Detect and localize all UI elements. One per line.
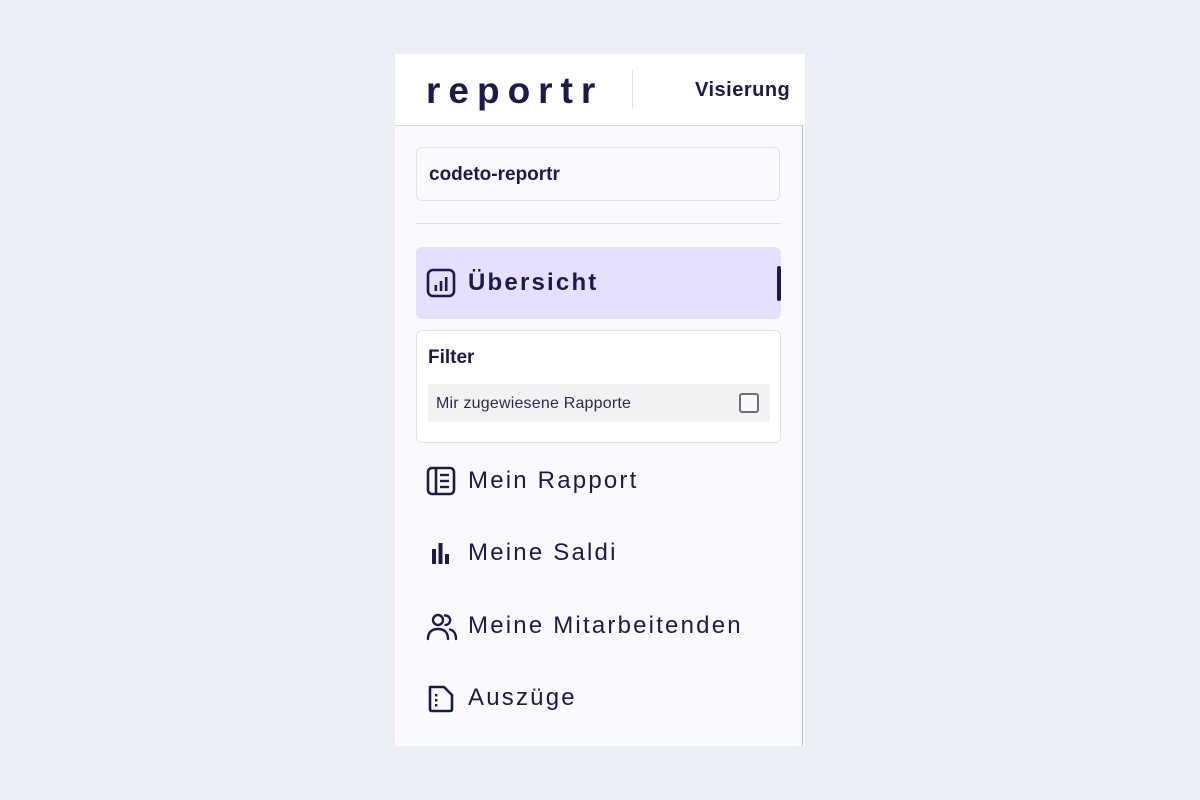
sidebar-item-label: Meine Saldi bbox=[468, 539, 618, 566]
app-window: reportr Visierung codeto-reportr Übersic… bbox=[395, 54, 805, 746]
sidebar-item-my-employees[interactable]: Meine Mitarbeitenden bbox=[416, 590, 781, 662]
sidebar-item-extracts[interactable]: Auszüge bbox=[416, 662, 781, 734]
topbar-divider bbox=[632, 70, 633, 108]
top-bar: reportr Visierung bbox=[395, 54, 805, 126]
filter-option-assigned-reports[interactable]: Mir zugewiesene Rapporte bbox=[428, 384, 770, 422]
sidebar-divider bbox=[416, 223, 781, 224]
sidebar-item-my-balances[interactable]: Meine Saldi bbox=[416, 517, 781, 589]
sidebar-item-overview[interactable]: Übersicht bbox=[416, 247, 781, 319]
assigned-reports-checkbox[interactable] bbox=[739, 393, 759, 413]
project-selector[interactable]: codeto-reportr bbox=[416, 147, 780, 201]
filter-panel: Filter Mir zugewiesene Rapporte bbox=[416, 330, 781, 443]
sidebar-item-label: Übersicht bbox=[468, 269, 599, 296]
active-indicator bbox=[777, 266, 781, 301]
users-icon bbox=[426, 611, 458, 641]
document-icon bbox=[426, 683, 456, 713]
sidebar-border bbox=[802, 126, 803, 746]
filter-option-label: Mir zugewiesene Rapporte bbox=[436, 395, 632, 412]
topnav-visierung[interactable]: Visierung bbox=[695, 78, 790, 102]
sidebar-item-label: Mein Rapport bbox=[468, 467, 639, 494]
sidebar-item-label: Meine Mitarbeitenden bbox=[468, 612, 743, 639]
report-list-icon bbox=[426, 466, 456, 496]
project-name: codeto-reportr bbox=[429, 164, 560, 185]
bar-chart-icon bbox=[426, 538, 456, 568]
filter-title: Filter bbox=[428, 347, 475, 368]
chart-square-icon bbox=[426, 268, 456, 298]
sidebar-item-my-report[interactable]: Mein Rapport bbox=[416, 445, 781, 517]
app-logo[interactable]: reportr bbox=[426, 70, 603, 112]
sidebar-item-label: Auszüge bbox=[468, 684, 577, 711]
